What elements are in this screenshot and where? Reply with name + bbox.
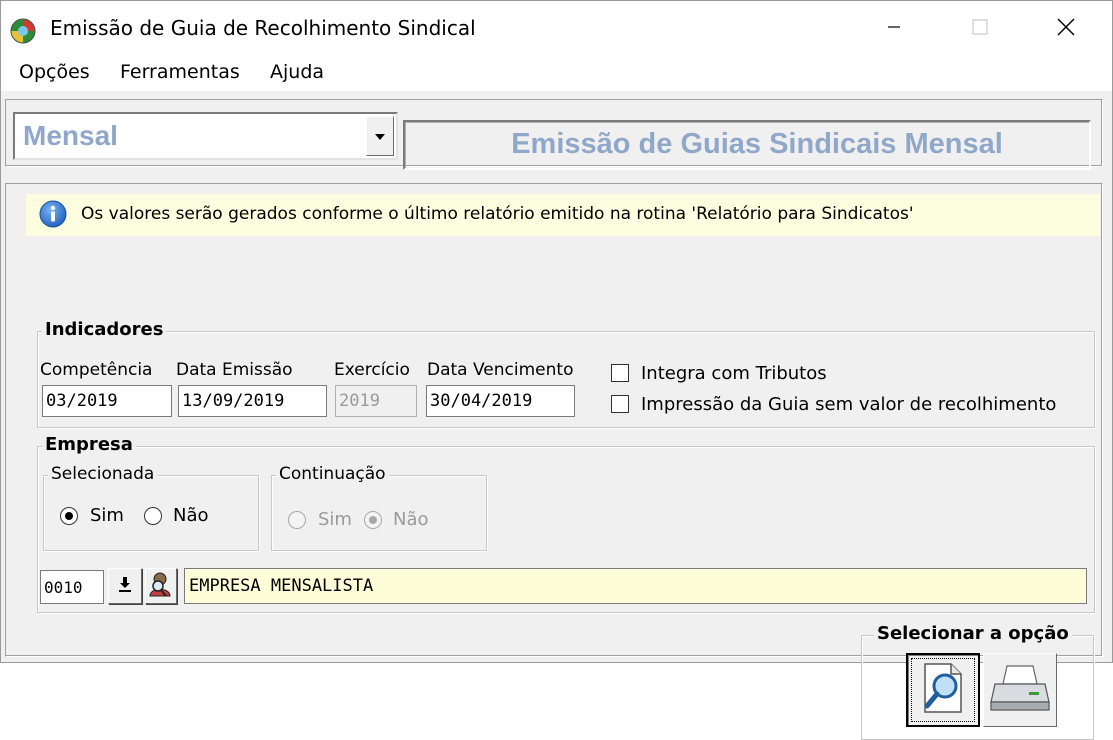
close-button[interactable]	[1043, 11, 1089, 47]
info-icon	[39, 200, 67, 228]
continuacao-nao-radio	[364, 511, 382, 529]
exercicio-field: 2019	[335, 385, 417, 417]
person-search-icon	[148, 570, 174, 603]
menu-ferramentas[interactable]: Ferramentas	[120, 61, 240, 83]
triangle-down-icon	[374, 126, 386, 146]
magnifier-document-icon	[917, 660, 969, 721]
empresa-group: Empresa Selecionada Sim Não Continuação …	[37, 434, 1095, 613]
window-title: Emissão de Guia de Recolhimento Sindical	[50, 16, 476, 40]
printer-icon	[989, 662, 1051, 719]
continuacao-sim-radio	[288, 511, 306, 529]
menu-bar: Opções Ferramentas Ajuda	[1, 57, 1112, 91]
info-text: Os valores serão gerados conforme o últi…	[81, 204, 914, 224]
application-window: Emissão de Guia de Recolhimento Sindical…	[0, 0, 1113, 740]
globe-icon	[10, 18, 36, 44]
empresa-code-field[interactable]: 0010	[40, 570, 104, 604]
selecionada-group: Selecionada Sim Não	[43, 464, 259, 551]
selecionar-opcao-legend: Selecionar a opção	[874, 623, 1072, 644]
title-bar: Emissão de Guia de Recolhimento Sindical	[1, 1, 1112, 57]
menu-opcoes[interactable]: Opções	[19, 61, 90, 83]
page-title: Emissão de Guias Sindicais Mensal	[511, 128, 1003, 160]
indicadores-group: Indicadores Competência 03/2019 Data Emi…	[37, 319, 1095, 428]
selecionada-nao-radio[interactable]	[144, 507, 162, 525]
data-vencimento-field[interactable]: 30/04/2019	[426, 385, 575, 417]
preview-button[interactable]	[906, 653, 980, 727]
minimize-icon	[886, 19, 902, 40]
data-emissao-field[interactable]: 13/09/2019	[178, 385, 327, 417]
impressao-guia-checkbox[interactable]	[611, 395, 629, 413]
info-banner: Os valores serão gerados conforme o últi…	[26, 194, 1100, 236]
empresa-legend: Empresa	[42, 434, 136, 455]
selecionada-sim-radio[interactable]	[60, 507, 78, 525]
selecionar-opcao-group: Selecionar a opção	[861, 623, 1094, 740]
period-combobox-value: Mensal	[23, 120, 118, 151]
maximize-icon	[971, 18, 989, 41]
continuacao-nao-label: Não	[393, 509, 429, 530]
continuacao-sim-label: Sim	[318, 509, 352, 530]
main-panel: Os valores serão gerados conforme o últi…	[5, 183, 1103, 740]
period-combobox[interactable]: Mensal	[13, 112, 398, 160]
continuacao-group: Continuação Sim Não	[271, 464, 487, 551]
indicadores-legend: Indicadores	[42, 319, 167, 340]
competencia-label: Competência	[40, 360, 153, 380]
continuacao-legend: Continuação	[276, 464, 389, 484]
empresa-name-field: EMPRESA MENSALISTA	[184, 568, 1087, 604]
exercicio-label: Exercício	[334, 360, 410, 380]
top-panel: Mensal Emissão de Guias Sindicais Mensal	[5, 99, 1103, 170]
data-emissao-label: Data Emissão	[176, 360, 293, 380]
impressao-guia-label: Impressão da Guia sem valor de recolhime…	[641, 394, 1057, 415]
selecionada-sim-label: Sim	[90, 505, 124, 526]
minimize-button[interactable]	[871, 11, 917, 47]
integra-tributos-checkbox[interactable]	[611, 364, 629, 382]
selecionada-legend: Selecionada	[48, 464, 158, 484]
empresa-lookup-button[interactable]	[108, 568, 142, 604]
menu-ajuda[interactable]: Ajuda	[270, 61, 324, 83]
content-area: Mensal Emissão de Guias Sindicais Mensal	[1, 91, 1112, 740]
maximize-button[interactable]	[957, 11, 1003, 47]
integra-tributos-label: Integra com Tributos	[641, 363, 827, 384]
print-button[interactable]	[983, 653, 1057, 727]
competencia-field[interactable]: 03/2019	[42, 385, 172, 417]
empresa-search-button[interactable]	[145, 568, 177, 604]
header-title-box: Emissão de Guias Sindicais Mensal	[403, 120, 1091, 170]
combo-dropdown-button[interactable]	[366, 116, 394, 156]
selecionada-nao-label: Não	[173, 505, 209, 526]
data-vencimento-label: Data Vencimento	[427, 360, 574, 380]
arrow-down-to-line-icon	[117, 575, 133, 598]
close-icon	[1056, 17, 1076, 42]
